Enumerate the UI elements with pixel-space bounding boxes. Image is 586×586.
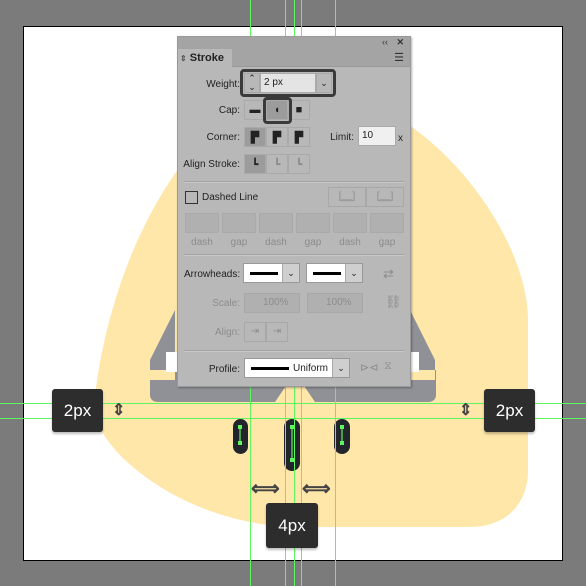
dash-field-label: dash [191,237,213,248]
flip-horizontal-icon[interactable]: ⊳⊲ [360,361,378,374]
dashed-line-label: Dashed Line [202,192,259,203]
miter-join-icon: ▛ [250,131,260,144]
profile-label: Profile: [208,364,240,375]
vertical-double-arrow-icon: ⇕ [459,402,473,419]
dash-field-label: gap [230,237,248,248]
align-inside-icon: ┗ [273,158,281,171]
dash-corner-icon: [‗‗] [338,191,356,202]
measurement-tag-right: 2px [484,389,535,432]
end-scale-input[interactable]: 100% [307,293,363,313]
flip-vertical-icon[interactable]: ⧖ [384,360,392,373]
align-outside-icon: ┗ [295,158,303,171]
limit-input[interactable]: 10 [358,126,396,146]
limit-label: Limit: [330,132,354,143]
horizontal-double-arrow-icon: ⟺ [251,478,280,500]
align-arrow-end-button[interactable]: ⇥ [266,322,288,342]
weight-highlight [240,69,336,97]
dash-input[interactable] [185,213,219,233]
link-scale-icon[interactable]: ⛓ [385,294,402,310]
chevron-down-icon: ⌄ [345,264,362,282]
scale-label: Scale: [212,298,240,309]
dash-field-label: gap [378,237,396,248]
collapse-icon[interactable]: ‹‹ [382,37,388,47]
preserve-dash-button[interactable]: [‗‗] [328,187,366,207]
projecting-cap-icon: ■ [295,104,303,116]
swap-arrowheads-icon[interactable]: ⇄ [383,266,394,282]
line-preview [313,272,341,275]
dash-field-label: dash [265,237,287,248]
profile-value: Uniform [293,363,329,374]
horizontal-double-arrow-icon: ⟺ [302,478,331,500]
close-icon[interactable]: ✕ [396,37,404,48]
arrow-right-icon: ⇥ [250,326,260,337]
align-outside-button[interactable]: ┗ [288,154,310,174]
dashed-line-checkbox[interactable] [185,191,198,204]
cap-label: Cap: [218,105,240,116]
start-scale-input[interactable]: 100% [244,293,300,313]
align-inside-button[interactable]: ┗ [266,154,288,174]
gap-input[interactable] [222,213,256,233]
arrow-right-icon: ⇥ [272,326,282,337]
align-label: Align: [214,327,240,338]
align-dash-button[interactable]: [‗‗] [366,187,404,207]
chevron-down-icon: ⌄ [282,264,299,282]
gap-input[interactable] [370,213,404,233]
divider [184,254,404,256]
panel-titlebar[interactable]: ‹‹ ✕ [178,37,410,49]
dash-input[interactable] [259,213,293,233]
divider [184,350,404,352]
gap-input[interactable] [296,213,330,233]
align-arrow-tip-button[interactable]: ⇥ [244,322,266,342]
panel-menu-icon[interactable]: ☰ [394,51,404,64]
round-join-button[interactable]: ▛ [266,127,288,147]
measurement-tag-bottom: 4px [266,503,318,548]
weight-label: Weight: [206,79,240,90]
dash-corner-align-icon: [‗‗] [376,191,394,202]
miter-join-button[interactable]: ▛ [244,127,266,147]
align-stroke-label: Align Stroke: [183,159,240,170]
bevel-join-icon: ▛ [294,131,304,144]
tab-stroke[interactable]: ⇕ Stroke [178,49,232,67]
measurement-tag-left: 2px [52,389,103,432]
corner-label: Corner: [206,132,240,143]
cap-highlight [263,97,292,124]
stroke-panel: ‹‹ ✕ ⇕ Stroke ☰ Weight: ⌃ ⌄ 2 px ⌄ Cap: ▬… [177,36,411,387]
arrowheads-label: Arrowheads: [184,269,241,280]
bevel-join-button[interactable]: ▛ [288,127,310,147]
end-arrowhead-dropdown[interactable]: ⌄ [306,263,363,283]
profile-dropdown[interactable]: Uniform ⌄ [244,358,350,378]
dash-field-label: gap [304,237,322,248]
tab-label: Stroke [189,52,225,64]
round-join-icon: ▛ [272,131,282,144]
limit-suffix: x [398,133,403,144]
start-arrowhead-dropdown[interactable]: ⌄ [243,263,300,283]
butt-cap-icon: ▬ [249,104,261,116]
align-center-button[interactable]: ┗ [244,154,266,174]
profile-preview [251,367,289,370]
divider [184,181,404,183]
dash-input[interactable] [333,213,367,233]
line-preview [250,272,278,275]
vertical-double-arrow-icon: ⇕ [112,402,126,419]
updown-icon: ⇕ [180,54,187,63]
dash-field-label: dash [339,237,361,248]
chevron-down-icon: ⌄ [332,359,349,377]
align-center-icon: ┗ [251,158,259,171]
